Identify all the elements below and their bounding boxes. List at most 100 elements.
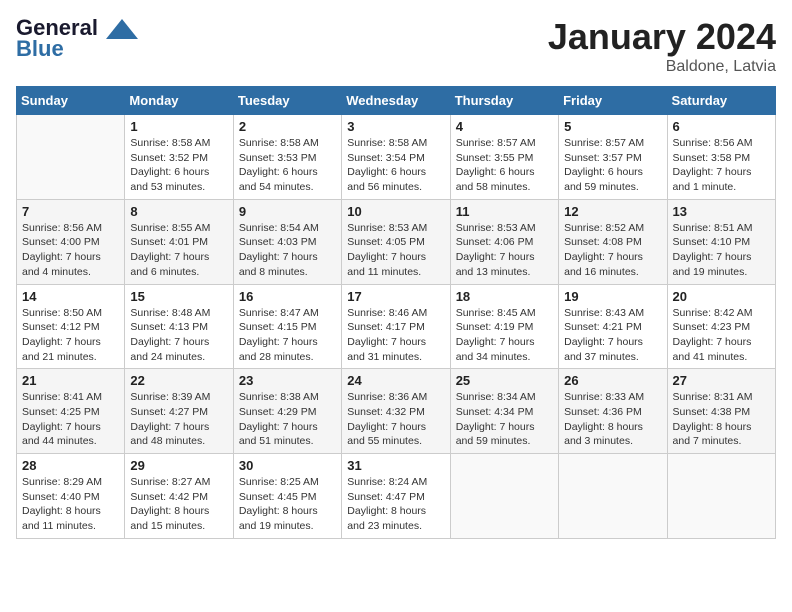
- day-number: 22: [130, 373, 227, 388]
- day-number: 5: [564, 119, 661, 134]
- day-number: 11: [456, 204, 553, 219]
- weekday-header-cell: Monday: [125, 87, 233, 115]
- day-number: 7: [22, 204, 119, 219]
- calendar-day-cell: [559, 454, 667, 539]
- calendar-day-cell: 17 Sunrise: 8:46 AM Sunset: 4:17 PM Dayli…: [342, 284, 450, 369]
- day-info: Sunrise: 8:31 AM Sunset: 4:38 PM Dayligh…: [673, 390, 770, 449]
- day-info: Sunrise: 8:48 AM Sunset: 4:13 PM Dayligh…: [130, 306, 227, 365]
- day-info: Sunrise: 8:45 AM Sunset: 4:19 PM Dayligh…: [456, 306, 553, 365]
- weekday-header-cell: Thursday: [450, 87, 558, 115]
- calendar-day-cell: [667, 454, 775, 539]
- day-info: Sunrise: 8:34 AM Sunset: 4:34 PM Dayligh…: [456, 390, 553, 449]
- calendar-day-cell: 31 Sunrise: 8:24 AM Sunset: 4:47 PM Dayli…: [342, 454, 450, 539]
- day-number: 9: [239, 204, 336, 219]
- day-number: 16: [239, 289, 336, 304]
- day-info: Sunrise: 8:24 AM Sunset: 4:47 PM Dayligh…: [347, 475, 444, 534]
- calendar-day-cell: 23 Sunrise: 8:38 AM Sunset: 4:29 PM Dayli…: [233, 369, 341, 454]
- day-info: Sunrise: 8:54 AM Sunset: 4:03 PM Dayligh…: [239, 221, 336, 280]
- calendar-day-cell: 21 Sunrise: 8:41 AM Sunset: 4:25 PM Dayli…: [17, 369, 125, 454]
- month-title: January 2024: [548, 16, 776, 58]
- day-number: 14: [22, 289, 119, 304]
- day-info: Sunrise: 8:57 AM Sunset: 3:57 PM Dayligh…: [564, 136, 661, 195]
- calendar-day-cell: 30 Sunrise: 8:25 AM Sunset: 4:45 PM Dayli…: [233, 454, 341, 539]
- day-info: Sunrise: 8:39 AM Sunset: 4:27 PM Dayligh…: [130, 390, 227, 449]
- day-number: 15: [130, 289, 227, 304]
- calendar-day-cell: 16 Sunrise: 8:47 AM Sunset: 4:15 PM Dayli…: [233, 284, 341, 369]
- weekday-header-cell: Tuesday: [233, 87, 341, 115]
- calendar-week-row: 1 Sunrise: 8:58 AM Sunset: 3:52 PM Daylig…: [17, 115, 776, 200]
- day-number: 17: [347, 289, 444, 304]
- day-number: 1: [130, 119, 227, 134]
- day-info: Sunrise: 8:53 AM Sunset: 4:06 PM Dayligh…: [456, 221, 553, 280]
- day-number: 29: [130, 458, 227, 473]
- location-title: Baldone, Latvia: [548, 58, 776, 76]
- day-number: 19: [564, 289, 661, 304]
- calendar-day-cell: [17, 115, 125, 200]
- day-info: Sunrise: 8:38 AM Sunset: 4:29 PM Dayligh…: [239, 390, 336, 449]
- day-number: 31: [347, 458, 444, 473]
- day-info: Sunrise: 8:36 AM Sunset: 4:32 PM Dayligh…: [347, 390, 444, 449]
- weekday-header-cell: Saturday: [667, 87, 775, 115]
- day-number: 20: [673, 289, 770, 304]
- weekday-header-cell: Sunday: [17, 87, 125, 115]
- calendar-week-row: 14 Sunrise: 8:50 AM Sunset: 4:12 PM Dayli…: [17, 284, 776, 369]
- weekday-header-cell: Friday: [559, 87, 667, 115]
- calendar-week-row: 28 Sunrise: 8:29 AM Sunset: 4:40 PM Dayli…: [17, 454, 776, 539]
- calendar-day-cell: 7 Sunrise: 8:56 AM Sunset: 4:00 PM Daylig…: [17, 199, 125, 284]
- day-info: Sunrise: 8:41 AM Sunset: 4:25 PM Dayligh…: [22, 390, 119, 449]
- calendar-table: SundayMondayTuesdayWednesdayThursdayFrid…: [16, 86, 776, 539]
- calendar-day-cell: [450, 454, 558, 539]
- day-info: Sunrise: 8:47 AM Sunset: 4:15 PM Dayligh…: [239, 306, 336, 365]
- calendar-day-cell: 5 Sunrise: 8:57 AM Sunset: 3:57 PM Daylig…: [559, 115, 667, 200]
- day-number: 12: [564, 204, 661, 219]
- calendar-day-cell: 15 Sunrise: 8:48 AM Sunset: 4:13 PM Dayli…: [125, 284, 233, 369]
- calendar-day-cell: 2 Sunrise: 8:58 AM Sunset: 3:53 PM Daylig…: [233, 115, 341, 200]
- day-number: 23: [239, 373, 336, 388]
- day-number: 30: [239, 458, 336, 473]
- calendar-day-cell: 18Sunrise: 8:45 AM Sunset: 4:19 PM Dayli…: [450, 284, 558, 369]
- day-number: 25: [456, 373, 553, 388]
- day-info: Sunrise: 8:53 AM Sunset: 4:05 PM Dayligh…: [347, 221, 444, 280]
- day-info: Sunrise: 8:43 AM Sunset: 4:21 PM Dayligh…: [564, 306, 661, 365]
- calendar-day-cell: 25 Sunrise: 8:34 AM Sunset: 4:34 PM Dayli…: [450, 369, 558, 454]
- day-number: 21: [22, 373, 119, 388]
- header: General Blue January 2024 Baldone, Latvi…: [16, 16, 776, 76]
- day-number: 6: [673, 119, 770, 134]
- day-number: 24: [347, 373, 444, 388]
- calendar-day-cell: 13 Sunrise: 8:51 AM Sunset: 4:10 PM Dayli…: [667, 199, 775, 284]
- calendar-body: 1 Sunrise: 8:58 AM Sunset: 3:52 PM Daylig…: [17, 115, 776, 539]
- weekday-header-row: SundayMondayTuesdayWednesdayThursdayFrid…: [17, 87, 776, 115]
- day-info: Sunrise: 8:42 AM Sunset: 4:23 PM Dayligh…: [673, 306, 770, 365]
- day-info: Sunrise: 8:58 AM Sunset: 3:52 PM Dayligh…: [130, 136, 227, 195]
- day-info: Sunrise: 8:57 AM Sunset: 3:55 PM Dayligh…: [456, 136, 553, 195]
- day-info: Sunrise: 8:46 AM Sunset: 4:17 PM Dayligh…: [347, 306, 444, 365]
- title-area: January 2024 Baldone, Latvia: [548, 16, 776, 76]
- calendar-day-cell: 12Sunrise: 8:52 AM Sunset: 4:08 PM Dayli…: [559, 199, 667, 284]
- day-number: 10: [347, 204, 444, 219]
- calendar-day-cell: 10 Sunrise: 8:53 AM Sunset: 4:05 PM Dayli…: [342, 199, 450, 284]
- day-info: Sunrise: 8:58 AM Sunset: 3:54 PM Dayligh…: [347, 136, 444, 195]
- day-info: Sunrise: 8:29 AM Sunset: 4:40 PM Dayligh…: [22, 475, 119, 534]
- day-number: 3: [347, 119, 444, 134]
- day-info: Sunrise: 8:55 AM Sunset: 4:01 PM Dayligh…: [130, 221, 227, 280]
- day-number: 13: [673, 204, 770, 219]
- logo-blue-text: Blue: [16, 36, 64, 62]
- calendar-day-cell: 3 Sunrise: 8:58 AM Sunset: 3:54 PM Daylig…: [342, 115, 450, 200]
- calendar-day-cell: 11 Sunrise: 8:53 AM Sunset: 4:06 PM Dayli…: [450, 199, 558, 284]
- day-info: Sunrise: 8:50 AM Sunset: 4:12 PM Dayligh…: [22, 306, 119, 365]
- day-info: Sunrise: 8:56 AM Sunset: 4:00 PM Dayligh…: [22, 221, 119, 280]
- day-number: 28: [22, 458, 119, 473]
- calendar-day-cell: 26Sunrise: 8:33 AM Sunset: 4:36 PM Dayli…: [559, 369, 667, 454]
- calendar-day-cell: 8 Sunrise: 8:55 AM Sunset: 4:01 PM Daylig…: [125, 199, 233, 284]
- day-number: 27: [673, 373, 770, 388]
- day-info: Sunrise: 8:58 AM Sunset: 3:53 PM Dayligh…: [239, 136, 336, 195]
- day-number: 4: [456, 119, 553, 134]
- day-info: Sunrise: 8:56 AM Sunset: 3:58 PM Dayligh…: [673, 136, 770, 195]
- day-number: 8: [130, 204, 227, 219]
- logo: General Blue: [16, 16, 138, 62]
- calendar-week-row: 7 Sunrise: 8:56 AM Sunset: 4:00 PM Daylig…: [17, 199, 776, 284]
- day-number: 2: [239, 119, 336, 134]
- day-info: Sunrise: 8:25 AM Sunset: 4:45 PM Dayligh…: [239, 475, 336, 534]
- weekday-header-cell: Wednesday: [342, 87, 450, 115]
- day-info: Sunrise: 8:51 AM Sunset: 4:10 PM Dayligh…: [673, 221, 770, 280]
